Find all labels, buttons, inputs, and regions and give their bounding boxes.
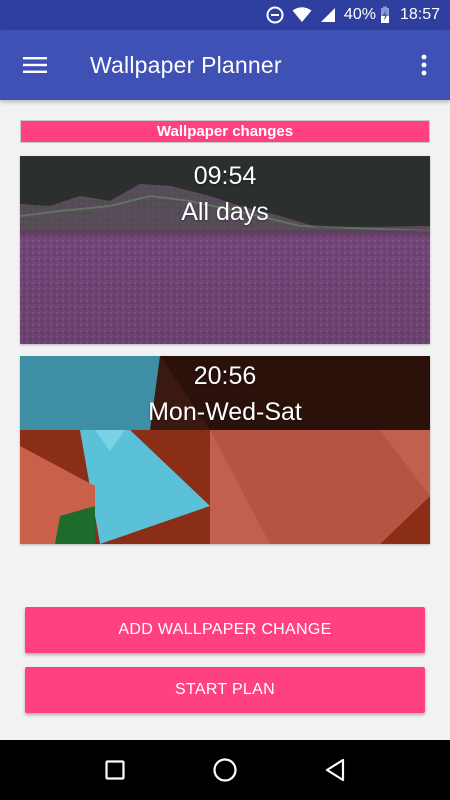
change-days: Mon-Wed-Sat <box>148 398 302 426</box>
section-header: Wallpaper changes <box>20 120 430 143</box>
more-vert-icon[interactable] <box>404 30 444 100</box>
change-time: 20:56 <box>193 362 257 390</box>
change-time: 09:54 <box>193 162 257 190</box>
charging-icon <box>380 6 390 24</box>
hamburger-menu-icon[interactable] <box>0 30 70 100</box>
wifi-icon <box>292 7 312 23</box>
status-time: 18:57 <box>399 6 440 23</box>
navigation-bar <box>0 740 450 800</box>
home-circle-icon[interactable] <box>200 745 250 795</box>
add-wallpaper-change-button[interactable]: ADD WALLPAPER CHANGE <box>25 607 425 653</box>
wallpaper-change-card[interactable]: 09:54 All days <box>20 156 430 344</box>
signal-icon <box>320 7 336 23</box>
change-days: All days <box>181 198 269 226</box>
recents-square-icon[interactable] <box>90 745 140 795</box>
start-plan-button[interactable]: START PLAN <box>25 667 425 713</box>
app-title: Wallpaper Planner <box>90 51 282 78</box>
status-bar: 40% 18:57 <box>0 0 450 30</box>
do-not-disturb-icon <box>266 6 284 24</box>
app-bar: Wallpaper Planner <box>0 30 450 100</box>
battery-percent: 40% <box>343 6 376 23</box>
wallpaper-change-card[interactable]: 20:56 Mon-Wed-Sat <box>20 356 430 544</box>
back-triangle-icon[interactable] <box>310 745 360 795</box>
